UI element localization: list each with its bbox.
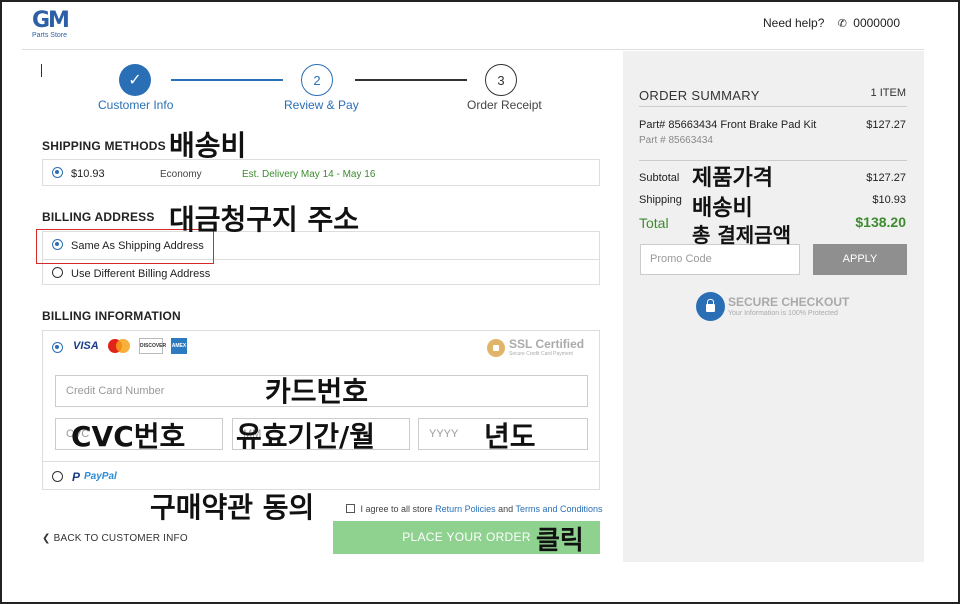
shipping-radio[interactable] <box>52 167 63 178</box>
annotation-product-price: 제품가격 <box>692 166 773 191</box>
phone-icon: ✆ <box>837 18 847 30</box>
shipping-eta: Est. Delivery May 14 - May 16 <box>242 169 376 180</box>
terms-agreement: I agree to all store Return Policies and… <box>346 504 603 514</box>
annotation-cvc: CVC번호 <box>71 420 186 453</box>
apply-button[interactable]: APPLY <box>813 244 907 275</box>
order-summary-title: ORDER SUMMARY <box>639 88 760 103</box>
help-area: Need help? ✆ 0000000 <box>763 16 900 30</box>
checkout-steps: ✓ 2 3 Customer Info Review & Pay Order R… <box>90 62 560 112</box>
paypal-radio[interactable] <box>52 471 63 482</box>
ssl-lock-icon <box>487 339 505 357</box>
secure-title: SECURE CHECKOUT <box>728 295 850 309</box>
shipping-price: $10.93 <box>71 168 105 180</box>
card-radio[interactable] <box>52 342 63 353</box>
shipping-type: Economy <box>160 169 202 180</box>
shipping-methods-title: SHIPPING METHODS <box>42 139 166 153</box>
annotation-agree-terms: 구매약관 동의 <box>150 491 315 524</box>
discover-icon: DISCOVER <box>139 338 166 354</box>
subtotal-label: Subtotal <box>639 172 680 184</box>
shipping-value: $10.93 <box>872 194 906 206</box>
annotation-click: 클릭 <box>536 526 584 556</box>
back-label: BACK TO CUSTOMER INFO <box>53 533 188 544</box>
paypal-option[interactable]: P PayPal <box>43 461 599 491</box>
step-3-circle: 3 <box>485 64 517 96</box>
terms-prefix: I agree to all store <box>360 504 433 514</box>
logo-sub: Parts Store <box>32 32 68 39</box>
paypal-icon: P <box>72 470 81 484</box>
shipping-option[interactable]: $10.93 Economy Est. Delivery May 14 - Ma… <box>42 159 600 186</box>
shipping-label: Shipping <box>639 194 682 206</box>
lock-icon <box>696 292 725 321</box>
annotation-card-number: 카드번호 <box>265 375 369 408</box>
step-connector-1 <box>171 79 283 81</box>
visa-icon: VISA <box>73 340 99 352</box>
step-connector-2 <box>355 79 467 81</box>
subtotal-value: $127.27 <box>866 172 906 184</box>
summary-divider-1 <box>639 106 907 107</box>
step-2-circle: 2 <box>301 64 333 96</box>
header: GM Parts Store Need help? ✆ 0000000 <box>22 2 924 50</box>
total-label: Total <box>639 215 669 231</box>
annotation-shipping-fee-2: 배송비 <box>692 196 753 221</box>
ssl-subtitle: Secure Credit Card Payment <box>509 351 573 357</box>
mastercard-icon <box>107 338 131 354</box>
billing-information-title: BILLING INFORMATION <box>42 309 181 323</box>
annotation-billing-address: 대금청구지 주소 <box>169 203 360 236</box>
annotation-expiry-month: 유효기간/월 <box>236 420 376 453</box>
amex-icon: AMEX <box>171 338 187 354</box>
secure-subtitle: Your Information is 100% Protected <box>728 310 838 317</box>
summary-divider-2 <box>639 160 907 161</box>
item-name: Part# 85663434 Front Brake Pad Kit <box>639 119 817 131</box>
phone-number[interactable]: 0000000 <box>853 16 900 30</box>
total-value: $138.20 <box>855 214 906 230</box>
billing-diff-label: Use Different Billing Address <box>71 268 211 280</box>
step-1-label[interactable]: Customer Info <box>98 98 173 112</box>
ssl-title: SSL Certified <box>509 337 585 351</box>
text-cursor <box>41 64 42 77</box>
store-logo[interactable]: GM Parts Store <box>32 8 70 44</box>
help-text[interactable]: Need help? <box>763 16 824 30</box>
terms-conditions-link[interactable]: Terms and Conditions <box>516 504 603 514</box>
terms-mid: and <box>498 504 514 514</box>
step-2-label: Review & Pay <box>284 98 359 112</box>
payment-box: VISA DISCOVER AMEX SSL Certified Secure … <box>42 330 600 490</box>
chevron-left-icon: ❮ <box>42 533 51 544</box>
item-count: 1 ITEM <box>870 87 906 99</box>
promo-code-input[interactable]: Promo Code <box>640 244 800 275</box>
card-logos: VISA DISCOVER AMEX <box>73 338 187 354</box>
annotation-year: 년도 <box>484 420 536 453</box>
paypal-label: PayPal <box>84 471 117 482</box>
logo-main: GM <box>32 8 70 33</box>
item-price: $127.27 <box>866 119 906 131</box>
annotation-total-payment: 총 결제금액 <box>692 223 791 247</box>
billing-address-title: BILLING ADDRESS <box>42 210 155 224</box>
billing-diff-radio[interactable] <box>52 267 63 278</box>
ssl-badge: SSL Certified Secure Credit Card Payment <box>487 337 591 359</box>
return-policies-link[interactable]: Return Policies <box>435 504 496 514</box>
item-part-number: Part # 85663434 <box>639 135 713 146</box>
order-summary-panel: ORDER SUMMARY 1 ITEM Part# 85663434 Fron… <box>623 51 924 562</box>
back-to-customer-info-button[interactable]: ❮ BACK TO CUSTOMER INFO <box>42 533 188 544</box>
step-1-check-icon[interactable]: ✓ <box>119 64 151 96</box>
secure-checkout-badge: SECURE CHECKOUT Your Information is 100%… <box>696 291 876 323</box>
terms-checkbox[interactable] <box>346 504 355 513</box>
step-3-label: Order Receipt <box>467 98 542 112</box>
annotation-shipping-fee: 배송비 <box>169 129 247 162</box>
